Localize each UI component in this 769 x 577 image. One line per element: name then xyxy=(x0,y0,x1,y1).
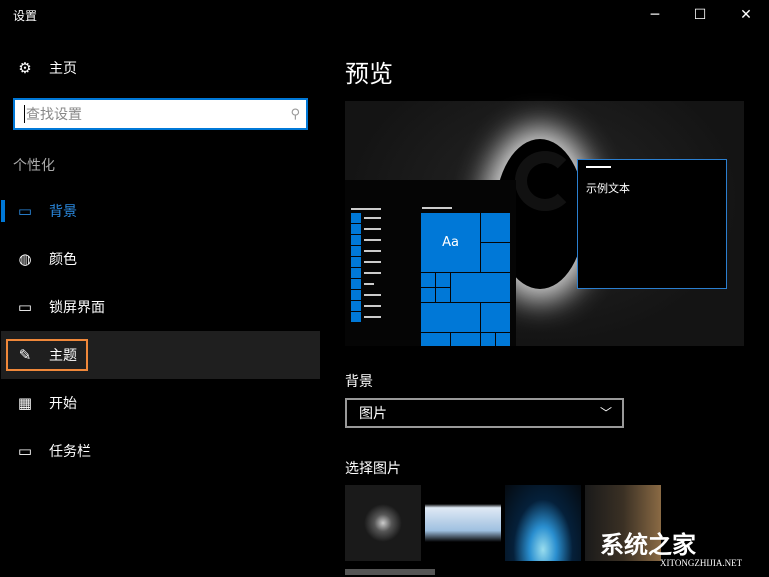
item-label: 颜色 xyxy=(49,252,77,268)
preview-app-icon xyxy=(351,235,361,245)
scrollbar[interactable] xyxy=(345,569,435,575)
dropdown-value: 图片 xyxy=(359,406,387,422)
preview-app-icon xyxy=(351,268,361,278)
preview-app-icon xyxy=(351,213,361,223)
item-label: 背景 xyxy=(49,204,77,220)
highlight-box xyxy=(6,339,88,371)
watermark-name: 系统之家 xyxy=(600,531,696,559)
page-title: 预览 xyxy=(345,60,393,88)
palette-icon: ◍ xyxy=(18,250,32,268)
sidebar-item-background[interactable]: ▭ 背景 xyxy=(1,187,320,235)
item-label: 任务栏 xyxy=(49,444,91,460)
section-title: 个性化 xyxy=(13,158,55,174)
gear-icon: ⚙ xyxy=(18,59,32,77)
sidebar-item-lock-screen[interactable]: ▭ 锁屏界面 xyxy=(1,283,320,331)
preview-app-icon xyxy=(351,312,361,322)
sidebar-item-start[interactable]: ▦ 开始 xyxy=(1,379,320,427)
preview-app-icon xyxy=(351,224,361,234)
preview-app-icon xyxy=(351,279,361,289)
maximize-button[interactable]: ☐ xyxy=(677,0,723,30)
swan-shape xyxy=(515,151,575,211)
sidebar-item-home[interactable]: ⚙ 主页 xyxy=(1,44,320,92)
home-label: 主页 xyxy=(49,61,77,77)
theme-preview: Aa 示例文本 xyxy=(345,101,744,346)
close-button[interactable]: ✕ xyxy=(723,0,769,30)
minimize-button[interactable]: ─ xyxy=(632,0,678,30)
background-dropdown[interactable]: 图片 ﹀ xyxy=(345,398,624,428)
chevron-down-icon: ﹀ xyxy=(599,406,612,420)
item-label: 开始 xyxy=(49,396,77,412)
item-label: 锁屏界面 xyxy=(49,300,105,316)
search-input[interactable]: 查找设置 ⚲ xyxy=(13,98,308,130)
picture-thumbnail-swan[interactable] xyxy=(345,485,421,561)
sidebar-item-colors[interactable]: ◍ 颜色 xyxy=(1,235,320,283)
window-title: 设置 xyxy=(13,9,38,23)
start-icon: ▦ xyxy=(17,394,33,412)
search-placeholder: 查找设置 xyxy=(26,107,82,123)
background-label: 背景 xyxy=(345,374,373,390)
preview-start-menu: Aa xyxy=(345,180,516,346)
sample-text: 示例文本 xyxy=(586,182,630,195)
preview-app-icon xyxy=(351,246,361,256)
search-icon: ⚲ xyxy=(290,106,300,122)
preview-app-icon xyxy=(351,301,361,311)
sidebar-item-taskbar[interactable]: ▭ 任务栏 xyxy=(1,427,320,475)
preview-app-icon xyxy=(351,257,361,267)
picture-thumbnail-light[interactable] xyxy=(505,485,581,561)
image-icon: ▭ xyxy=(17,202,33,220)
preview-app-icon xyxy=(351,290,361,300)
picture-thumbnail-clouds[interactable] xyxy=(425,485,501,561)
lock-screen-icon: ▭ xyxy=(17,298,33,316)
taskbar-icon: ▭ xyxy=(17,442,33,460)
choose-picture-label: 选择图片 xyxy=(345,461,401,477)
watermark-url: XITONGZHIJIA.NET xyxy=(660,558,743,568)
preview-window: 示例文本 xyxy=(577,159,727,289)
preview-tile: Aa xyxy=(421,213,480,272)
